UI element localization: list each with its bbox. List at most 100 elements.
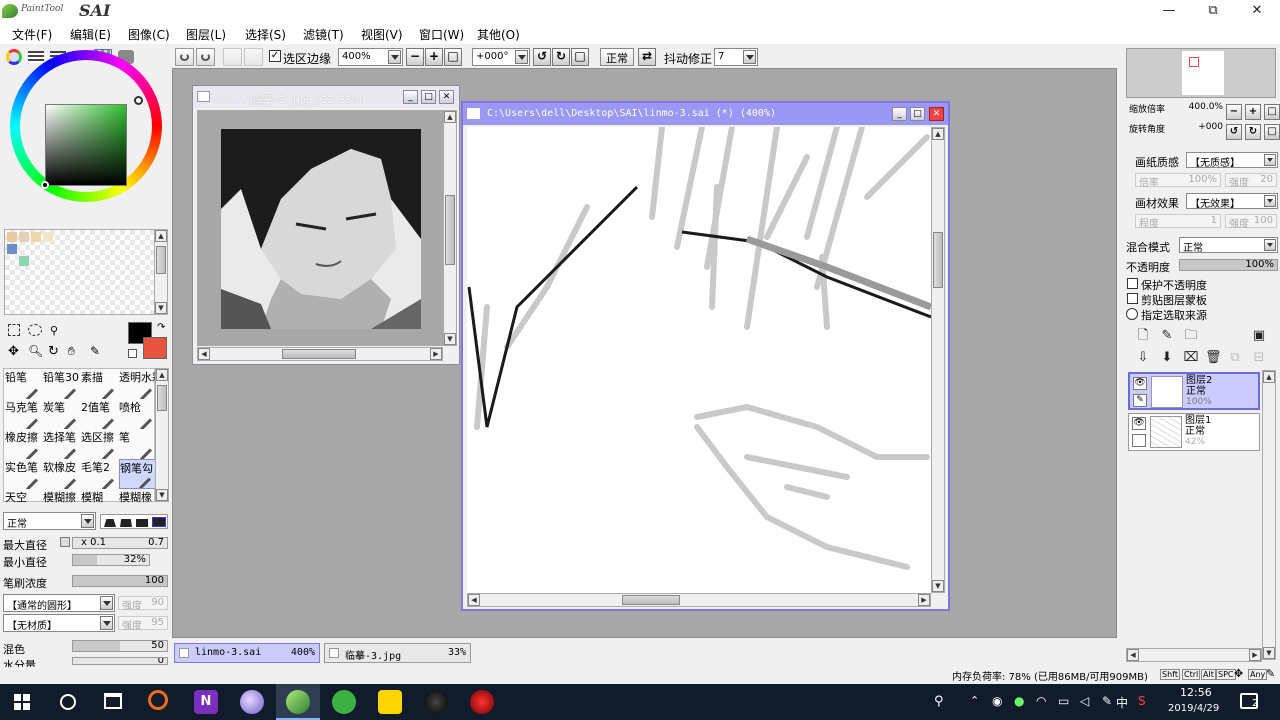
paint-app-icon[interactable]	[240, 690, 264, 714]
selection-edge-checkbox[interactable]: ✓	[269, 50, 281, 62]
mouse-app-icon[interactable]	[424, 690, 448, 714]
ref-minimize-button[interactable]: _	[403, 90, 418, 104]
doc-tab-reference[interactable]: 临摹-3.jpg 33%	[324, 643, 471, 663]
visibility-eye-icon[interactable]: 👁︎	[1133, 377, 1147, 390]
select-source-radio[interactable]	[1126, 308, 1138, 320]
brush-blend-mode-select[interactable]: 正常	[3, 512, 96, 530]
deselect-button[interactable]	[223, 48, 242, 66]
undo-button[interactable]	[175, 48, 194, 66]
tool-watercolor[interactable]: 透明水彩	[119, 369, 157, 399]
navigator-viewport[interactable]	[1189, 57, 1199, 67]
eyedropper-icon[interactable]: ✎	[90, 344, 104, 358]
swatch-color[interactable]	[7, 232, 17, 242]
reset-colors-icon[interactable]	[128, 349, 137, 358]
brush-shape-selector[interactable]	[100, 514, 168, 529]
rotate-reset-button[interactable]: □	[571, 48, 589, 66]
tool-eraser[interactable]: 橡皮擦	[5, 429, 43, 459]
tool-airbrush[interactable]: 喷枪	[119, 399, 157, 429]
clock-time[interactable]: 12:56	[1180, 686, 1212, 699]
min-diameter-slider[interactable]: 32%	[72, 554, 150, 566]
menu-image[interactable]: 图像(C)	[128, 26, 170, 43]
layer-mask-icon[interactable]: ▣	[1251, 328, 1267, 344]
merge-down-icon[interactable]: ⬇︎	[1159, 350, 1175, 366]
tool-pencil[interactable]: 铅笔	[5, 369, 43, 399]
color-wheel-mode-icon[interactable]	[6, 49, 22, 65]
nav-zoom-in-button[interactable]: +	[1245, 104, 1261, 120]
magic-wand-icon[interactable]: ⚲	[50, 324, 62, 337]
ref-horizontal-scrollbar[interactable]: ◀ ▶	[197, 347, 443, 361]
windows-start-icon[interactable]	[14, 694, 30, 710]
saturation-value-square[interactable]	[45, 104, 127, 186]
tool-brush2[interactable]: 毛笔2	[81, 459, 119, 489]
menu-view[interactable]: 视图(V)	[361, 26, 403, 43]
max-diameter-checkbox[interactable]	[60, 537, 70, 547]
wifi-icon[interactable]: ◠	[1036, 694, 1046, 708]
swatch-scrollbar[interactable]: ▲ ▼	[154, 229, 168, 315]
brush-texture-select[interactable]: 【无材质】	[3, 614, 115, 632]
hue-handle[interactable]	[134, 96, 143, 105]
zoom-icon[interactable]: 🔍︎	[28, 344, 43, 358]
scroll-down-arrow[interactable]: ▼	[155, 302, 167, 314]
layer-item[interactable]: 👁︎ ✎ 图层2 正常 100%	[1128, 372, 1260, 410]
battery-icon[interactable]: ▭	[1058, 694, 1069, 708]
minimize-button[interactable]: —	[1147, 0, 1191, 22]
zoom-reset-button[interactable]: □	[444, 48, 462, 66]
density-slider[interactable]: 100	[72, 575, 168, 587]
swatch-color[interactable]	[19, 256, 29, 266]
restore-button[interactable]: ⧉	[1191, 0, 1235, 22]
rotate-icon[interactable]: ↻	[48, 344, 62, 359]
swatch-color[interactable]	[31, 232, 41, 242]
new-layer-icon[interactable]: 🗋︎	[1135, 328, 1151, 344]
tool-binary-pen[interactable]: 2值笔	[81, 399, 119, 429]
nav-rotate-left-button[interactable]: ↺	[1226, 124, 1242, 140]
swatch-color[interactable]	[7, 244, 17, 254]
main-vertical-scrollbar[interactable]: ▲ ▼	[931, 127, 945, 593]
new-vector-layer-icon[interactable]: ✎	[1159, 328, 1175, 344]
merge-mask-icon[interactable]: ⊟	[1251, 350, 1267, 366]
tool-pencil30[interactable]: 铅笔30	[43, 369, 81, 399]
delete-layer-icon[interactable]: 🗑︎	[1205, 350, 1222, 366]
menu-select[interactable]: 选择(S)	[245, 26, 286, 43]
menu-filter[interactable]: 滤镜(T)	[303, 26, 344, 43]
zoom-in-button[interactable]: +	[425, 48, 443, 66]
menu-layer[interactable]: 图层(L)	[186, 26, 226, 43]
rotate-right-button[interactable]: ↻	[552, 48, 570, 66]
pen-tray-icon[interactable]: ✎	[1102, 694, 1112, 708]
sai-taskbar-active[interactable]	[276, 684, 320, 720]
tool-marker[interactable]: 马克笔	[5, 399, 43, 429]
color-wheel[interactable]	[10, 50, 162, 202]
tool-pen[interactable]: 笔	[119, 429, 157, 459]
main-document-window[interactable]: C:\Users\dell\Desktop\SAI\linmo-3.sai (*…	[461, 101, 950, 611]
browser-360-icon[interactable]	[332, 690, 356, 714]
rotate-left-button[interactable]: ↺	[533, 48, 551, 66]
nav-zoom-value[interactable]: 400.0%	[1173, 102, 1223, 114]
menu-window[interactable]: 窗口(W)	[419, 26, 464, 43]
reference-image-window[interactable]: C:...\临摹-3.jpg (33.33%) _ □ ✕ ▲ ▼ ◀ ▶	[192, 85, 460, 365]
nav-rotate-right-button[interactable]: ↻	[1245, 124, 1261, 140]
max-diameter-slider[interactable]: x 0.1 0.7	[72, 537, 168, 549]
nav-rotate-reset-button[interactable]: □	[1264, 124, 1280, 140]
swatch-color[interactable]	[43, 232, 53, 242]
layer-select-box[interactable]	[1132, 434, 1146, 447]
value-handle[interactable]	[41, 181, 49, 189]
apply-mask-icon[interactable]: ⧉	[1227, 350, 1243, 366]
tool-blur[interactable]: 模糊	[81, 489, 119, 503]
layer-blend-select[interactable]: 正常	[1179, 237, 1278, 254]
nav-zoom-reset-button[interactable]: □	[1264, 104, 1280, 120]
brush-shape-select[interactable]: 【通常的圆形】	[3, 594, 115, 612]
secondary-color-box[interactable]	[143, 337, 167, 359]
sogou-ime-icon[interactable]: S	[1138, 694, 1146, 708]
search-app-icon[interactable]	[148, 690, 168, 710]
rgb-slider-mode-icon[interactable]	[28, 51, 44, 63]
layer-list-scrollbar[interactable]: ▲ ▼	[1262, 370, 1276, 660]
hand-icon[interactable]: ✋︎	[68, 344, 82, 358]
tool-soft-eraser[interactable]: 软橡皮	[43, 459, 81, 489]
clip-mask-checkbox[interactable]	[1127, 293, 1138, 304]
rotation-select[interactable]: +000°	[472, 48, 530, 66]
ime-indicator[interactable]: 中	[1116, 694, 1128, 711]
effect-select[interactable]: 【无效果】	[1186, 193, 1278, 210]
main-minimize-button[interactable]: _	[892, 107, 907, 121]
invert-selection-button[interactable]	[244, 48, 263, 66]
sticky-notes-icon[interactable]	[378, 690, 402, 714]
paper-texture-select[interactable]: 【无质感】	[1186, 152, 1278, 169]
